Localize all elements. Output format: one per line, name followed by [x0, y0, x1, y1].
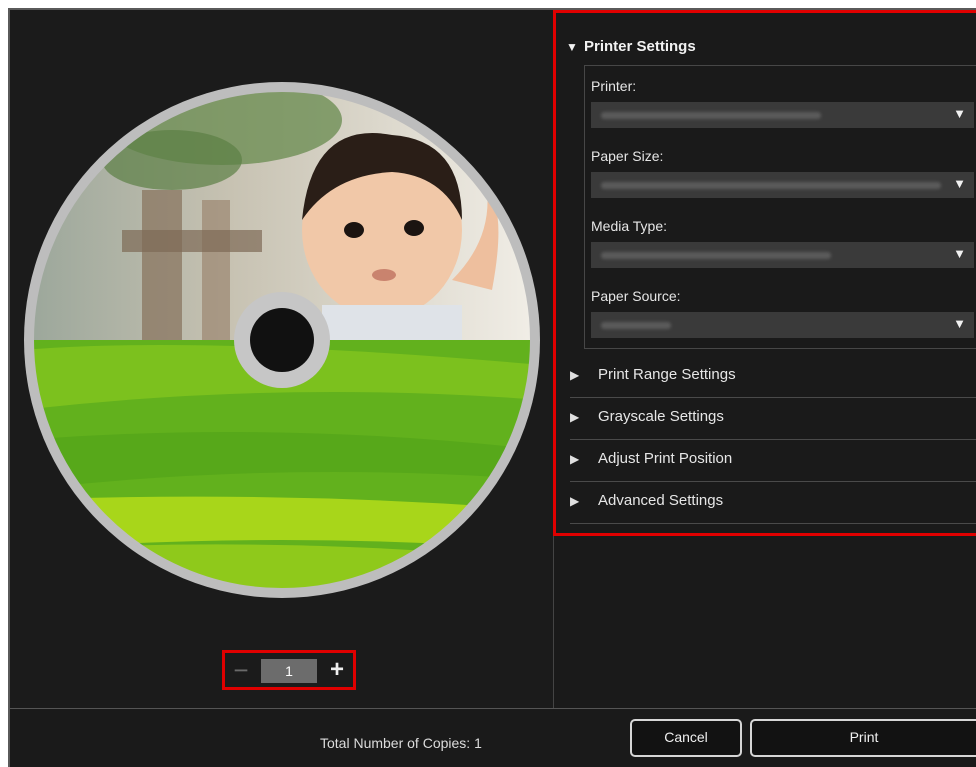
paper-source-select[interactable]: ▼ — [591, 312, 974, 338]
print-button[interactable]: Print — [750, 719, 976, 757]
section-grayscale-settings[interactable]: ▶ Grayscale Settings — [570, 397, 976, 440]
chevron-down-icon: ▼ — [953, 316, 966, 331]
section-label: Adjust Print Position — [598, 450, 733, 467]
section-label: Print Range Settings — [598, 366, 736, 383]
settings-panel: ▼ Printer Settings Printer: ▼ Paper Size:… — [553, 10, 976, 536]
copies-count-field[interactable]: 1 — [261, 659, 317, 683]
printer-settings-header[interactable]: ▼ Printer Settings — [566, 37, 696, 57]
paper-source-value-blurred — [601, 322, 671, 329]
media-type-label: Media Type: — [591, 218, 668, 234]
paper-source-label: Paper Source: — [591, 288, 681, 304]
paper-size-value-blurred — [601, 182, 941, 189]
paper-size-select[interactable]: ▼ — [591, 172, 974, 198]
section-advanced-settings[interactable]: ▶ Advanced Settings — [570, 481, 976, 524]
section-adjust-print-position[interactable]: ▶ Adjust Print Position — [570, 439, 976, 482]
copies-stepper: − 1 + — [222, 650, 356, 690]
chevron-down-icon: ▼ — [953, 176, 966, 191]
section-print-range-settings[interactable]: ▶ Print Range Settings — [570, 355, 976, 398]
increase-copies-button[interactable]: + — [325, 658, 349, 682]
triangle-right-icon: ▶ — [570, 410, 580, 424]
printer-label: Printer: — [591, 78, 637, 94]
triangle-right-icon: ▶ — [570, 368, 580, 382]
printer-settings-title: Printer Settings — [584, 38, 696, 55]
footer-divider — [10, 708, 976, 709]
printer-settings-group: Printer: ▼ Paper Size: ▼ Media Type: ▼ P… — [584, 65, 976, 349]
chevron-down-icon: ▼ — [953, 106, 966, 121]
media-type-select[interactable]: ▼ — [591, 242, 974, 268]
section-label: Advanced Settings — [598, 492, 724, 509]
triangle-down-icon: ▼ — [566, 40, 578, 54]
triangle-right-icon: ▶ — [570, 494, 580, 508]
total-copies-text: Total Number of Copies: 1 — [320, 735, 482, 751]
cancel-button[interactable]: Cancel — [630, 719, 742, 757]
printer-select[interactable]: ▼ — [591, 102, 974, 128]
disc-label-preview — [22, 80, 542, 600]
decrease-copies-button[interactable]: − — [231, 657, 251, 683]
section-label: Grayscale Settings — [598, 408, 724, 425]
triangle-right-icon: ▶ — [570, 452, 580, 466]
chevron-down-icon: ▼ — [953, 246, 966, 261]
media-type-value-blurred — [601, 252, 831, 259]
paper-size-label: Paper Size: — [591, 148, 664, 164]
printer-value-blurred — [601, 112, 821, 119]
